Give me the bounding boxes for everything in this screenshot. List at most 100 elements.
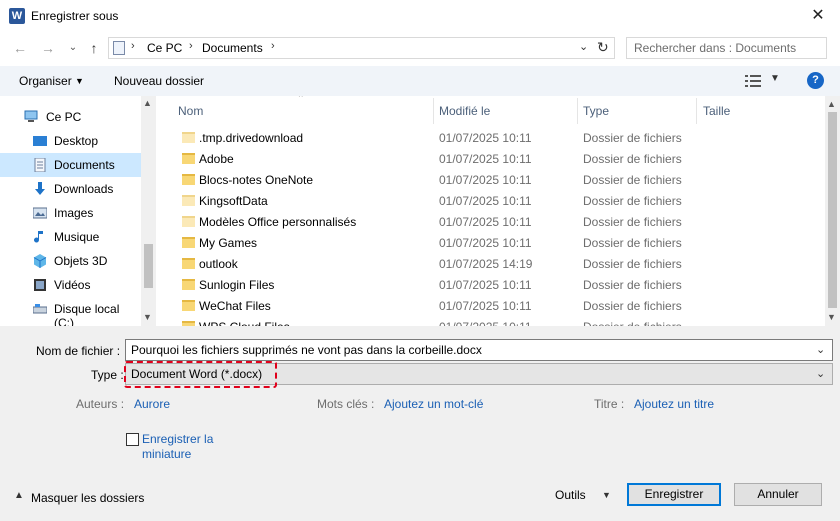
authors-label: Auteurs : <box>76 397 125 411</box>
scroll-down-icon[interactable]: ▼ <box>143 312 152 322</box>
file-row[interactable]: Adobe 01/07/2025 10:11 Dossier de fichiers <box>157 149 825 170</box>
file-name: .tmp.drivedownload <box>199 131 304 145</box>
sidebar-item-label: Images <box>54 206 94 220</box>
view-chevron-icon[interactable]: ▼ <box>770 73 780 84</box>
column-divider[interactable] <box>433 98 434 124</box>
sidebar-item-images[interactable]: Images <box>0 201 141 225</box>
file-row[interactable]: Modèles Office personnalisés 01/07/2025 1… <box>157 212 825 233</box>
type-dropdown-icon[interactable]: ⌄ <box>816 367 825 380</box>
sidebar-item-label: Vidéos <box>54 278 91 292</box>
crumb-separator-icon: › <box>271 40 275 52</box>
column-header-type[interactable]: Type <box>583 104 609 118</box>
scroll-down-icon[interactable]: ▼ <box>827 312 836 322</box>
folder-icon <box>182 258 195 269</box>
file-modified: 01/07/2025 10:11 <box>439 236 532 250</box>
crumb-ce-pc[interactable]: Ce PC <box>147 41 182 55</box>
column-header-modified[interactable]: Modifié le <box>439 104 490 118</box>
sidebar-scroll-thumb[interactable] <box>144 244 153 288</box>
file-modified: 01/07/2025 10:11 <box>439 131 532 145</box>
save-button[interactable]: Enregistrer <box>627 483 721 506</box>
cancel-button[interactable]: Annuler <box>734 483 822 506</box>
file-type: Dossier de fichiers <box>583 194 682 208</box>
scroll-up-icon[interactable]: ▲ <box>827 99 836 109</box>
address-bar[interactable]: › Ce PC › Documents › ⌄ ↻ <box>108 37 615 59</box>
toolbar: Organiser ▼ Nouveau dossier ▼ ? <box>0 66 840 96</box>
file-row[interactable]: My Games 01/07/2025 10:11 Dossier de fichi… <box>157 233 825 254</box>
tools-button[interactable]: Outils <box>555 488 586 502</box>
save-thumbnail-label-line2[interactable]: miniature <box>142 447 191 461</box>
save-thumbnail-checkbox[interactable] <box>126 433 139 446</box>
file-modified: 01/07/2025 10:11 <box>439 173 532 187</box>
sidebar-item-disque-local[interactable]: Disque local (C:) <box>0 297 141 330</box>
sidebar-scrollbar[interactable] <box>141 96 156 326</box>
sidebar-item-musique[interactable]: Musique <box>0 225 141 249</box>
filename-input[interactable]: Pourquoi les fichiers supprimés ne vont … <box>125 339 833 361</box>
view-options-icon[interactable] <box>745 75 761 87</box>
keywords-value[interactable]: Ajoutez un mot-clé <box>384 397 483 411</box>
file-row[interactable]: Sunlogin Files 01/07/2025 10:11 Dossier de… <box>157 275 825 296</box>
folder-icon <box>182 153 195 164</box>
file-row[interactable]: WeChat Files 01/07/2025 10:11 Dossier de f… <box>157 296 825 317</box>
sidebar-item-ce-pc[interactable]: Ce PC <box>0 105 141 129</box>
column-header-name[interactable]: Nom <box>178 104 203 118</box>
sidebar-item-label: Musique <box>54 230 100 244</box>
sidebar-item-videos[interactable]: Vidéos <box>0 273 141 297</box>
sidebar-item-desktop[interactable]: Desktop <box>0 129 141 153</box>
folder-icon <box>182 237 195 248</box>
file-list-scroll-thumb[interactable] <box>828 112 837 308</box>
folder-icon <box>182 132 195 143</box>
crumb-documents[interactable]: Documents <box>202 41 263 55</box>
file-list: ⌃ Nom Modifié le Type Taille .tmp.drived… <box>157 96 825 326</box>
refresh-icon[interactable]: ↻ <box>597 39 609 56</box>
hide-folders-button[interactable]: Masquer les dossiers <box>31 491 144 505</box>
navigation-pane: Ce PC Desktop Documents Downloads Images… <box>0 96 156 330</box>
filename-label: Nom de fichier : <box>36 344 121 358</box>
file-name: KingsoftData <box>199 194 268 208</box>
file-type: Dossier de fichiers <box>583 173 682 187</box>
downloads-icon <box>35 182 45 195</box>
file-row[interactable]: Blocs-notes OneNote 01/07/2025 10:11 Dossi… <box>157 170 825 191</box>
file-row[interactable]: outlook 01/07/2025 14:19 Dossier de fichie… <box>157 254 825 275</box>
folder-icon <box>182 174 195 185</box>
column-divider[interactable] <box>577 98 578 124</box>
address-dropdown-icon[interactable]: ⌄ <box>579 40 588 53</box>
file-row[interactable]: KingsoftData 01/07/2025 10:11 Dossier de f… <box>157 191 825 212</box>
organize-button[interactable]: Organiser <box>19 74 72 88</box>
folder-icon <box>182 300 195 311</box>
sidebar-item-label: Objets 3D <box>54 254 108 268</box>
music-icon <box>34 231 43 243</box>
title-value[interactable]: Ajoutez un titre <box>634 397 714 411</box>
collapse-icon[interactable]: ▲ <box>14 490 24 501</box>
file-type: Dossier de fichiers <box>583 299 682 313</box>
videos-icon <box>34 279 46 291</box>
recent-chevron-icon[interactable]: ⌄ <box>63 38 83 58</box>
save-thumbnail-label[interactable]: Enregistrer la <box>142 432 213 446</box>
authors-value[interactable]: Aurore <box>134 397 170 411</box>
search-input[interactable]: Rechercher dans : Documents <box>626 37 827 59</box>
organize-chevron-icon: ▼ <box>75 76 84 86</box>
up-arrow-icon[interactable]: ↑ <box>84 38 104 58</box>
sidebar-item-objets-3d[interactable]: Objets 3D <box>0 249 141 273</box>
file-name: Adobe <box>199 152 234 166</box>
back-arrow-icon[interactable]: ← <box>10 38 30 58</box>
file-row[interactable]: WPS Cloud Files01/07/2025 10:11Dossier d… <box>157 317 825 326</box>
highlight-annotation <box>124 361 277 388</box>
tools-chevron-icon[interactable]: ▼ <box>602 490 611 500</box>
crumb-separator-icon: › <box>189 40 193 52</box>
new-folder-button[interactable]: Nouveau dossier <box>114 74 204 88</box>
forward-arrow-icon[interactable]: → <box>38 38 58 58</box>
scroll-up-icon[interactable]: ▲ <box>143 98 152 108</box>
drive-icon <box>33 304 47 314</box>
sidebar-item-downloads[interactable]: Downloads <box>0 177 141 201</box>
column-divider[interactable] <box>696 98 697 124</box>
help-icon[interactable]: ? <box>807 72 824 89</box>
file-name: Sunlogin Files <box>199 278 275 292</box>
file-modified: 01/07/2025 14:19 <box>439 257 533 271</box>
close-icon[interactable]: ✕ <box>800 3 836 29</box>
sidebar-item-label: Ce PC <box>46 110 82 124</box>
file-row[interactable]: .tmp.drivedownload 01/07/2025 10:11 Dossie… <box>157 128 825 149</box>
column-header-size[interactable]: Taille <box>703 104 730 118</box>
filename-dropdown-icon[interactable]: ⌄ <box>816 343 825 356</box>
sidebar-item-documents[interactable]: Documents <box>0 153 141 177</box>
sidebar-item-label: Desktop <box>54 134 99 148</box>
